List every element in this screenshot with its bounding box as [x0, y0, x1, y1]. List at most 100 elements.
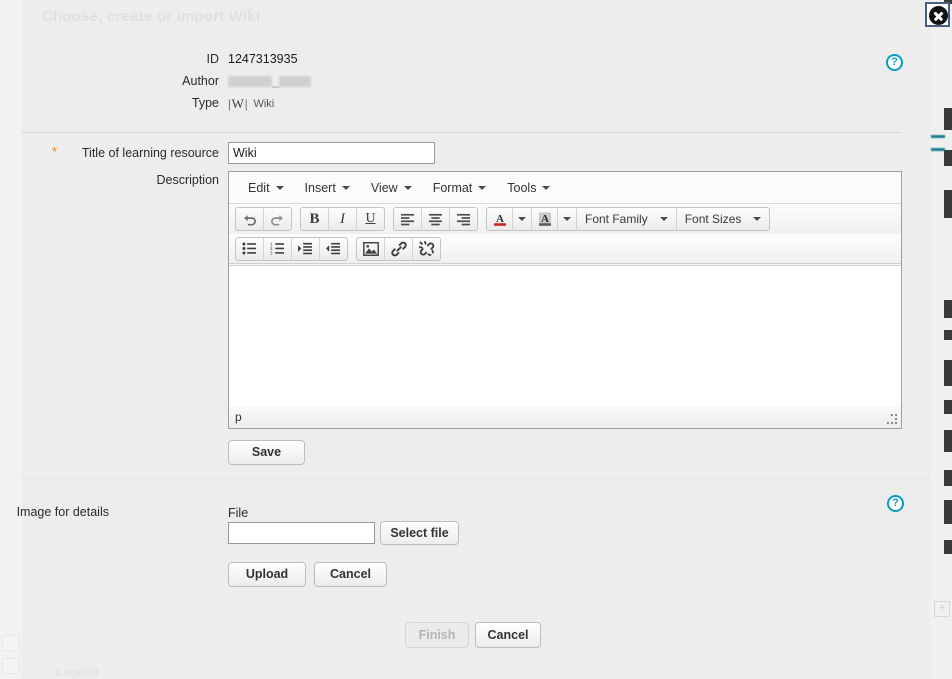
image-icon[interactable]: [357, 238, 385, 260]
chevron-down-icon: [404, 186, 412, 190]
close-icon[interactable]: [929, 6, 948, 25]
media-link-group: [356, 237, 441, 261]
unlink-icon[interactable]: [413, 238, 440, 260]
image-cancel-button[interactable]: Cancel: [314, 562, 387, 587]
italic-icon[interactable]: I: [329, 208, 357, 230]
info-label-id: ID: [22, 52, 219, 66]
numbered-list-icon[interactable]: 1 2 3: [264, 238, 292, 260]
wiki-icon: |W|: [228, 96, 248, 112]
background-right-line: [944, 150, 952, 166]
svg-text:A: A: [496, 213, 504, 225]
chevron-down-icon: [478, 186, 486, 190]
bullet-list-icon[interactable]: [236, 238, 264, 260]
finish-button[interactable]: Finish: [405, 622, 469, 648]
upload-button[interactable]: Upload: [228, 562, 306, 587]
file-label: File: [228, 506, 248, 520]
editor-menubar: Edit Insert View Format Tools: [229, 172, 901, 204]
chevron-down-icon: [342, 186, 350, 190]
background-left-box: [2, 658, 20, 674]
alignment-group: [393, 207, 478, 231]
redacted-author-part: [228, 76, 272, 87]
chevron-down-icon: [753, 217, 761, 221]
editor-content-area[interactable]: [229, 265, 901, 407]
background-right-line: [944, 400, 952, 414]
font-size-label: Font Sizes: [685, 212, 742, 226]
help-icon[interactable]: ?: [887, 495, 904, 512]
info-label-author: Author: [22, 74, 219, 88]
indent-icon[interactable]: [292, 238, 320, 260]
editor-resize-handle[interactable]: [887, 414, 898, 425]
background-right-accent: [931, 148, 945, 151]
font-family-label: Font Family: [585, 212, 648, 226]
info-row-type: Type |W| Wiki: [22, 96, 930, 118]
color-and-font-group: A A: [486, 207, 770, 231]
section-divider: [22, 478, 930, 479]
background-right-line: [944, 360, 952, 386]
chevron-down-icon: [563, 217, 571, 221]
outdent-icon[interactable]: [320, 238, 347, 260]
editor-status-bar: p: [229, 406, 901, 428]
info-value-id: 1247313935: [228, 52, 298, 66]
font-family-select[interactable]: Font Family: [577, 208, 677, 230]
align-center-icon[interactable]: [422, 208, 450, 230]
editor-menu-format-label: Format: [433, 181, 473, 195]
editor-menu-tools-label: Tools: [507, 181, 536, 195]
background-right-accent: [931, 135, 945, 138]
wiki-dialog: ? ID 1247313935 Author _ Type |W|Wiki * …: [22, 28, 930, 668]
editor-toolbar-row-1: B I U: [229, 204, 901, 234]
text-color-icon[interactable]: A: [487, 208, 513, 230]
background-right-line: [944, 430, 952, 452]
background-left-strip: [0, 0, 22, 679]
chevron-down-icon: [518, 217, 526, 221]
chevron-down-icon: [276, 186, 284, 190]
file-input[interactable]: [228, 522, 375, 544]
redo-icon[interactable]: [264, 208, 291, 230]
background-right-line: [944, 300, 952, 318]
svg-text:A: A: [541, 213, 549, 225]
history-group: [235, 207, 292, 231]
undo-icon[interactable]: [236, 208, 264, 230]
select-file-button[interactable]: Select file: [380, 521, 459, 545]
align-right-icon[interactable]: [450, 208, 477, 230]
divider: [22, 132, 902, 133]
background-color-dropdown[interactable]: [558, 208, 577, 230]
link-icon[interactable]: [385, 238, 413, 260]
title-field-label: Title of learning resource: [22, 146, 219, 160]
text-color-dropdown[interactable]: [513, 208, 532, 230]
editor-menu-format[interactable]: Format: [424, 178, 496, 198]
svg-text:3: 3: [270, 250, 273, 255]
info-row-id: ID 1247313935: [22, 52, 930, 74]
info-value-type: |W| Wiki: [228, 96, 274, 112]
info-value-author: _: [228, 74, 311, 88]
background-right-line: [944, 500, 952, 524]
type-label: Wiki: [253, 98, 274, 110]
page-title-blurred-suffix: [273, 9, 320, 25]
font-size-select[interactable]: Font Sizes: [677, 208, 770, 230]
info-label-type: Type: [22, 96, 219, 110]
chevron-down-icon: [542, 186, 550, 190]
underline-icon[interactable]: U: [357, 208, 384, 230]
editor-element-path: p: [235, 410, 242, 424]
background-right-plus-icon: +: [934, 601, 950, 617]
text-style-group: B I U: [300, 207, 385, 231]
close-button-frame: [925, 2, 950, 27]
editor-menu-edit-label: Edit: [248, 181, 270, 195]
editor-menu-edit[interactable]: Edit: [239, 178, 293, 198]
chevron-down-icon: [660, 217, 668, 221]
align-left-icon[interactable]: [394, 208, 422, 230]
cancel-button[interactable]: Cancel: [475, 622, 541, 648]
editor-menu-view[interactable]: View: [362, 178, 421, 198]
bold-icon[interactable]: B: [301, 208, 329, 230]
list-indent-group: 1 2 3: [235, 237, 348, 261]
editor-menu-view-label: View: [371, 181, 398, 195]
background-color-icon[interactable]: A: [532, 208, 558, 230]
background-right-line: [944, 330, 952, 340]
rich-text-editor: Edit Insert View Format Tools: [228, 171, 902, 429]
screen: Choose, create or import Wiki Legend + ?…: [0, 0, 952, 679]
editor-menu-tools[interactable]: Tools: [498, 178, 559, 198]
background-right-line: [944, 470, 952, 486]
save-button[interactable]: Save: [228, 440, 305, 465]
title-input[interactable]: [228, 142, 435, 164]
redacted-author-part: [279, 76, 311, 87]
editor-menu-insert[interactable]: Insert: [296, 178, 359, 198]
